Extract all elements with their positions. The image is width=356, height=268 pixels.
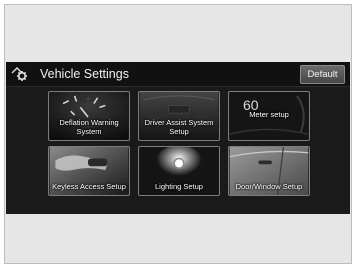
- vehicle-settings-screen: Vehicle Settings Default ⌂ Deflation War…: [6, 62, 350, 214]
- tile-door-window-setup[interactable]: Door/Window Setup: [228, 146, 310, 196]
- tile-label: Deflation Warning System: [59, 118, 119, 136]
- tile-deflation-warning-system[interactable]: ⌂ Deflation Warning System: [48, 91, 130, 141]
- tile-label: Lighting Setup: [155, 182, 203, 191]
- tile-label: Keyless Access Setup: [52, 182, 126, 191]
- tile-label: Door/Window Setup: [235, 182, 303, 191]
- svg-text:⌂: ⌂: [87, 97, 89, 101]
- tile-driver-assist-system-setup[interactable]: Driver Assist System Setup: [138, 91, 220, 141]
- page-title: Vehicle Settings: [40, 67, 129, 81]
- header-bar: Vehicle Settings Default: [6, 62, 350, 87]
- home-gear-icon[interactable]: [10, 65, 32, 83]
- tile-lighting-setup[interactable]: Lighting Setup: [138, 146, 220, 196]
- tile-label: Meter setup: [249, 110, 289, 119]
- tile-meter-setup[interactable]: 60 Meter setup: [228, 91, 310, 141]
- tile-label: Driver Assist System Setup: [144, 118, 214, 136]
- tile-keyless-access-setup[interactable]: Keyless Access Setup: [48, 146, 130, 196]
- default-button[interactable]: Default: [300, 65, 345, 84]
